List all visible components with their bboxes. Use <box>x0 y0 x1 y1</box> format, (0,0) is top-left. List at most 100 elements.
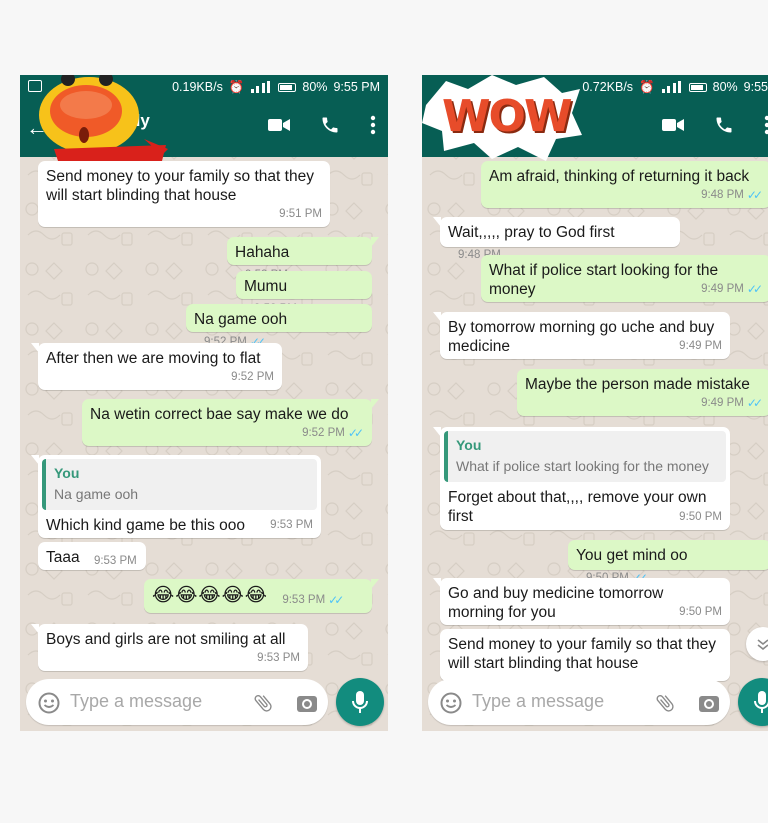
video-call-icon[interactable] <box>662 118 684 137</box>
message-bubble[interactable]: Send money to your family so that they w… <box>38 161 330 227</box>
message-bubble[interactable]: Wait,,,,, pray to God first 9:48 PM <box>433 217 680 261</box>
signal-icon <box>250 81 272 93</box>
mic-icon <box>352 691 368 713</box>
camera-icon[interactable] <box>698 692 720 714</box>
camera-icon[interactable] <box>296 692 318 714</box>
message-bubble[interactable]: By tomorrow morning go uche and buy medi… <box>433 312 730 359</box>
message-text: Wait,,,,, pray to God first <box>448 224 615 241</box>
message-text: Na wetin correct bae say make we do <box>90 406 349 423</box>
quote-text: Na game ooh <box>54 486 139 502</box>
message-time: 9:52 PM <box>231 371 274 383</box>
clock: 9:55 PM <box>333 80 380 94</box>
message-text: Taaa <box>46 549 80 566</box>
message-text: Boys and girls are not smiling at all <box>46 631 286 648</box>
message-text: Hahaha <box>235 244 290 261</box>
message-time: 9:52 PM <box>302 427 345 439</box>
message-bubble[interactable]: Na game ooh 9:52 PM ✓✓ <box>186 304 372 349</box>
emoji-icon[interactable] <box>38 692 60 714</box>
message-time: 9:51 PM <box>279 208 322 220</box>
battery-percent: 80% <box>712 80 738 94</box>
message-time: 9:53 PM <box>270 519 313 531</box>
clock: 9:55 <box>743 80 768 94</box>
message-time: 9:50 PM <box>679 606 722 618</box>
message-time: 9:53 PM <box>257 652 300 664</box>
double-check-icon: ✓✓ <box>347 426 364 440</box>
double-check-icon: ✓✓ <box>746 396 763 410</box>
message-text: Send money to your family so that they w… <box>448 636 716 672</box>
chat-screen-right: 0.72KB/s ⏰ 80% 9:55 WOW Am afraid, think… <box>422 75 768 731</box>
message-time: 9:50 PM <box>679 511 722 523</box>
message-text: Send money to your family so that they w… <box>46 168 314 204</box>
mic-icon <box>754 691 768 713</box>
message-bubble[interactable]: After then we are moving to flat 9:52 PM <box>31 343 282 390</box>
message-input[interactable] <box>472 691 622 712</box>
message-time: 9:48 PM <box>701 189 744 201</box>
message-time: 9:49 PM <box>701 397 744 409</box>
quoted-message[interactable]: You What if police start looking for the… <box>444 431 726 482</box>
signal-icon <box>661 81 683 93</box>
message-bubble[interactable]: You What if police start looking for the… <box>433 427 730 530</box>
message-text: Na game ooh <box>194 311 288 328</box>
more-vert-icon[interactable] <box>370 115 376 140</box>
message-time: 9:53 PM <box>93 555 137 567</box>
attach-icon[interactable] <box>654 692 676 714</box>
header-actions <box>662 115 768 140</box>
message-bubble[interactable]: What if police start looking for the mon… <box>481 255 768 302</box>
duck-sticker <box>39 75 168 161</box>
message-input[interactable] <box>70 691 220 712</box>
message-list: Send money to your family so that they w… <box>20 157 388 673</box>
phone-icon[interactable] <box>714 115 734 140</box>
message-list: Am afraid, thinking of returning it back… <box>422 157 768 681</box>
message-bubble[interactable]: Taaa 9:53 PM <box>38 542 146 570</box>
quote-author: You <box>54 465 80 481</box>
message-text: You get mind oo <box>576 547 688 564</box>
battery-percent: 80% <box>302 80 328 94</box>
double-check-icon: ✓✓ <box>746 188 763 202</box>
message-bubble[interactable]: Maybe the person made mistake 9:49 PM ✓✓ <box>517 369 768 416</box>
emoji-icon[interactable] <box>440 692 462 714</box>
network-speed: 0.72KB/s <box>582 80 634 94</box>
alarm-icon: ⏰ <box>639 79 655 94</box>
message-text: Am afraid, thinking of returning it back <box>489 168 750 185</box>
battery-icon <box>278 82 297 92</box>
mic-button[interactable] <box>336 678 384 726</box>
double-check-icon: ✓✓ <box>746 282 763 296</box>
wow-sticker: WOW <box>422 75 582 161</box>
chat-screen-left: 0.19KB/s ⏰ 80% 9:55 PM ← dy Send money t… <box>20 75 388 731</box>
quote-text: What if police start looking for the mon… <box>456 458 709 474</box>
phone-icon[interactable] <box>320 115 340 140</box>
message-bubble[interactable]: Hahaha 9:52 PM✓✓ <box>227 237 379 282</box>
message-time: 9:49 PM <box>701 283 744 295</box>
attach-icon[interactable] <box>252 692 274 714</box>
message-bubble[interactable]: Mumu 9:52 PM✓✓ <box>236 271 372 316</box>
input-bar <box>422 673 768 731</box>
message-bubble[interactable]: Am afraid, thinking of returning it back… <box>481 161 768 208</box>
header-actions <box>268 115 376 140</box>
message-bubble[interactable]: Boys and girls are not smiling at all 9:… <box>31 624 308 671</box>
quote-author: You <box>456 437 482 453</box>
message-text: After then we are moving to flat <box>46 350 261 367</box>
message-bubble[interactable]: Na wetin correct bae say make we do 9:52… <box>82 399 379 446</box>
message-input-box[interactable] <box>428 679 730 725</box>
double-check-icon: ✓✓ <box>328 593 344 607</box>
quoted-message[interactable]: You Na game ooh <box>42 459 317 510</box>
message-text: 😂😂😂😂😂 <box>152 585 269 606</box>
video-call-icon[interactable] <box>268 118 290 137</box>
message-bubble[interactable]: Go and buy medicine tomorrow morning for… <box>433 578 730 625</box>
alarm-icon: ⏰ <box>228 79 245 94</box>
message-text: Which kind game be this ooo <box>46 517 246 534</box>
chevron-down-icon <box>757 639 768 651</box>
message-text: Mumu <box>244 278 288 295</box>
battery-icon <box>688 82 707 92</box>
message-bubble[interactable]: You get mind oo 9:50 PM✓✓ <box>568 540 768 585</box>
message-time: 9:49 PM <box>679 340 722 352</box>
message-bubble[interactable]: You Na game ooh Which kind game be this … <box>31 455 321 538</box>
more-vert-icon[interactable] <box>764 115 768 140</box>
message-bubble[interactable]: 😂😂😂😂😂 9:53 PM ✓✓ <box>144 579 379 613</box>
mic-button[interactable] <box>738 678 768 726</box>
message-input-box[interactable] <box>26 679 328 725</box>
input-bar <box>20 673 388 731</box>
scroll-down-button[interactable] <box>746 627 768 661</box>
message-text: Maybe the person made mistake <box>525 376 750 393</box>
sticker-text: WOW <box>442 91 572 142</box>
